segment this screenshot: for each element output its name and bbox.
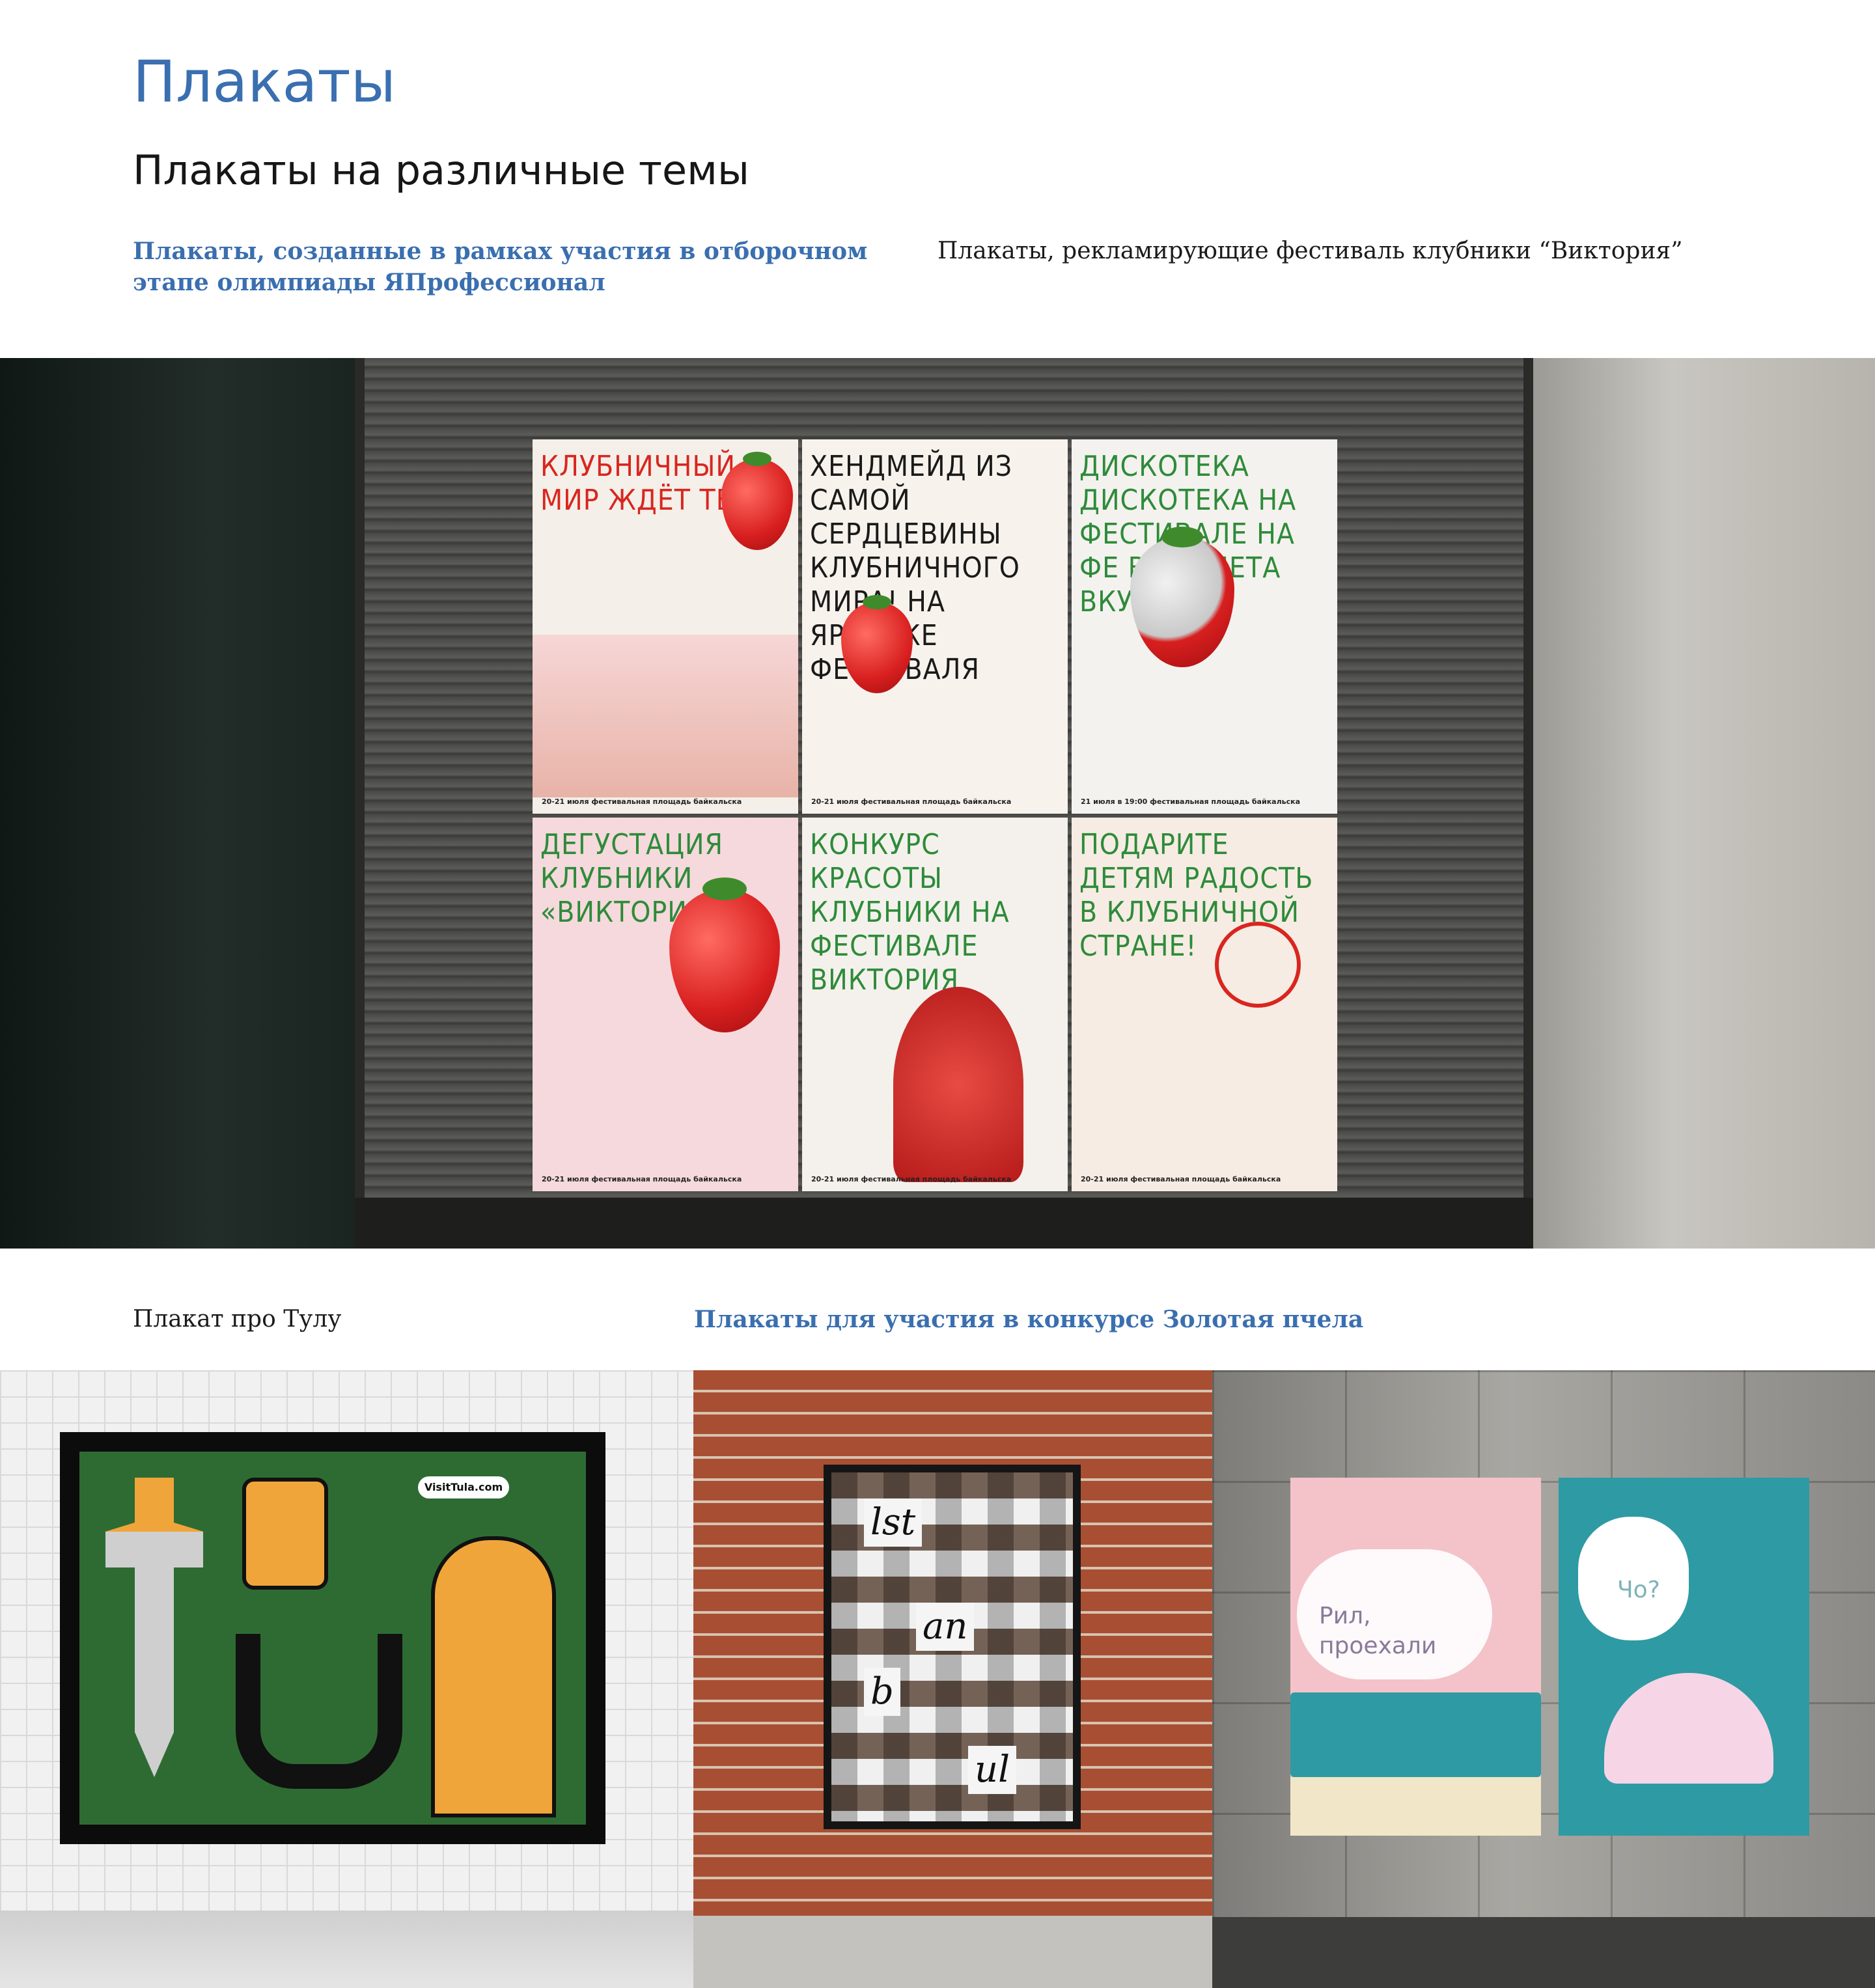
letter-a-figure-icon — [431, 1536, 556, 1817]
istanbul-collage: lst an b ul — [831, 1472, 1073, 1821]
istanbul-word: an — [916, 1603, 975, 1651]
floor-base — [1212, 1917, 1875, 1988]
page-subtitle: Плакаты на различные темы — [133, 146, 749, 194]
visit-tula-badge: VisitTula.com — [418, 1476, 509, 1498]
letter-u-icon — [236, 1634, 402, 1789]
tula-poster-canvas: VisitTula.com — [79, 1452, 586, 1825]
festival-mockup-image: Клубничный мир ждёт тебя! 20-21 июля фес… — [0, 358, 1875, 1249]
festival-poster: Клубничный мир ждёт тебя! 20-21 июля фес… — [533, 439, 798, 814]
ferris-wheel-icon — [1215, 921, 1301, 1008]
wall — [1533, 358, 1875, 1249]
samovar-icon — [242, 1478, 328, 1590]
festival-poster-grid: Клубничный мир ждёт тебя! 20-21 июля фес… — [533, 439, 1337, 1191]
poster-footer: 20-21 июля фестивальная площадь байкальс… — [811, 797, 1012, 806]
poster-footer: 21 июля в 19:00 фестивальная площадь бай… — [1081, 797, 1300, 806]
festival-poster: Конкурс красоты клубники на фестивале ви… — [802, 817, 1068, 1191]
bee-poster-text: Чо? — [1617, 1577, 1660, 1603]
bee-poster-kettle: Чо? — [1559, 1478, 1809, 1836]
poster-footer: 20-21 июля фестивальная площадь байкальс… — [1081, 1175, 1281, 1183]
festival-poster: Подарите детям радость в клубничной стра… — [1072, 817, 1337, 1191]
floor — [0, 1911, 693, 1988]
dagger-icon — [105, 1478, 203, 1777]
poster-footer: 20-21 июля фестивальная площадь байкальс… — [542, 1175, 742, 1183]
istanbul-word: lst — [864, 1498, 923, 1547]
poster-footer: 20-21 июля фестивальная площадь байкальс… — [542, 797, 742, 806]
strawberry-icon — [1130, 527, 1234, 667]
page-title: Плакаты — [133, 48, 396, 115]
istanbul-word: ul — [968, 1746, 1016, 1794]
storefront-column — [0, 358, 355, 1249]
dress-illustration — [893, 986, 1023, 1182]
festival-poster: Дискотека дискотека на фестивале на фе в… — [1072, 439, 1337, 814]
tula-caption: Плакат про Тулу — [133, 1306, 342, 1332]
festival-poster: Хендмейд из самой сердцевины клубничного… — [802, 439, 1068, 814]
olympiad-link[interactable]: Плакаты, созданные в рамках участия в от… — [133, 236, 901, 298]
poster-headline: Конкурс красоты клубники на фестивале ви… — [810, 827, 1010, 997]
tula-mockup-image: VisitTula.com — [0, 1370, 693, 1988]
poster-footer: 20-21 июля фестивальная площадь байкальс… — [811, 1175, 1012, 1183]
window-sill — [355, 1198, 1533, 1249]
street-illustration — [533, 635, 798, 797]
kettle-icon — [1604, 1673, 1773, 1784]
ground — [693, 1916, 1212, 1988]
strawberry-icon — [721, 451, 793, 550]
festival-caption: Плакаты, рекламирующие фестиваль клубник… — [938, 238, 1683, 264]
istanbul-word: b — [864, 1668, 900, 1716]
text-strip — [1290, 1777, 1541, 1836]
tula-poster: VisitTula.com — [60, 1432, 605, 1844]
strawberry-icon — [669, 877, 780, 1032]
train-icon — [1290, 1692, 1541, 1777]
istanbul-poster: lst an b ul — [824, 1465, 1081, 1829]
festival-poster: Дегустация клубники «виктория» 20-21 июл… — [533, 817, 798, 1191]
golden-bee-link[interactable]: Плакаты для участия в конкурсе Золотая п… — [694, 1304, 1363, 1335]
istanbul-mockup-image: lst an b ul — [693, 1370, 1212, 1988]
bee-poster-text: Рил, проехали — [1319, 1603, 1437, 1659]
golden-bee-mockup-image: Рил, проехали Чо? — [1212, 1370, 1875, 1988]
bee-poster-train: Рил, проехали — [1290, 1478, 1541, 1836]
